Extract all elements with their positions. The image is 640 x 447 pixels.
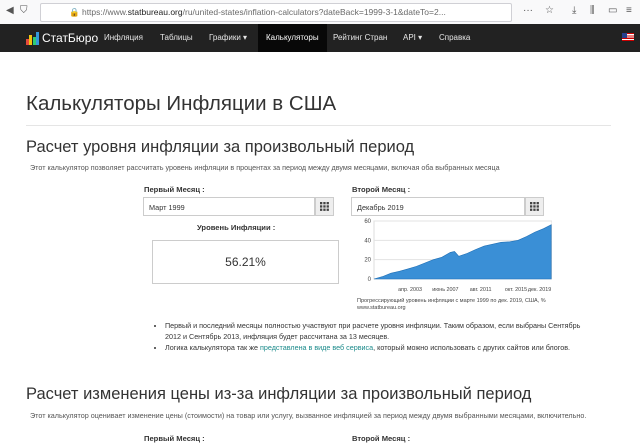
calendar-icon — [320, 202, 329, 211]
section-inflation-description: Этот калькулятор позволяет рассчитать ур… — [30, 163, 500, 172]
more-icon[interactable]: ··· — [523, 5, 533, 16]
first-month-calendar-button[interactable] — [315, 197, 334, 216]
shield-icon[interactable]: ⛉ — [20, 5, 28, 17]
bookmark-icon[interactable]: ☆ — [545, 5, 554, 16]
url-domain: statbureau.org — [127, 7, 183, 17]
note-item: Логика калькулятора так же представлена … — [165, 342, 585, 353]
second-month-label: Второй Месяц : — [352, 185, 411, 194]
library-icon[interactable]: ⫼ — [590, 5, 595, 16]
price-second-month-label: Второй Месяц : — [352, 434, 411, 443]
nav-inflation[interactable]: Инфляция — [104, 24, 143, 52]
page-title: Калькуляторы Инфляции в США — [26, 92, 337, 115]
web-service-link[interactable]: представлена в виде веб сервиса — [260, 343, 373, 352]
nav-country-rating[interactable]: Рейтинг Стран — [333, 24, 387, 52]
inflation-result-label: Уровень Инфляции : — [197, 223, 276, 232]
second-month-calendar-button[interactable] — [525, 197, 544, 216]
note-item: Первый и последний месяцы полностью учас… — [165, 320, 585, 342]
chart-caption: Прогрессирующий уровень инфляции с марте… — [357, 298, 546, 311]
inflation-result-value: 56.21% — [152, 240, 339, 284]
note-text: , который можно использовать с других са… — [373, 343, 571, 352]
chart-x-tick-label: апр. 2003 — [398, 287, 422, 293]
chart-x-tick-label: окт. 2015 — [505, 287, 527, 293]
note-text: Логика калькулятора так же — [165, 343, 260, 352]
site-navbar: СтатБюро Инфляция Таблицы Графики ▾ Каль… — [0, 24, 640, 52]
inflation-chart: 0 20 40 60 апр. 2003 июнь 2007 авг. 2011 окт. … — [364, 219, 552, 293]
nav-help[interactable]: Справка — [439, 24, 470, 52]
section-price-heading: Расчет изменения цены из-за инфляции за … — [26, 385, 532, 403]
back-icon[interactable]: ◀ — [6, 5, 14, 17]
sidebar-icon[interactable]: ▭ — [608, 5, 617, 16]
first-month-input[interactable]: Март 1999 — [143, 197, 315, 216]
chart-y-tick-label: 40 — [364, 238, 371, 244]
section-price-description: Этот калькулятор оценивает изменение цен… — [30, 411, 587, 420]
menu-icon[interactable]: ≡ — [626, 5, 632, 16]
divider — [26, 125, 611, 126]
chart-y-tick-label: 60 — [364, 219, 371, 225]
browser-toolbar: ◀ ⛉ 🔒 https://www.statbureau.org/ru/unit… — [0, 0, 640, 25]
nav-api[interactable]: API ▾ — [403, 24, 422, 52]
notes-list: Первый и последний месяцы полностью учас… — [150, 320, 585, 353]
brand-link[interactable]: СтатБюро — [26, 30, 98, 46]
url-path: /ru/united-states/inflation-calculators?… — [182, 7, 446, 17]
chart-x-tick-label: авг. 2011 — [470, 287, 492, 293]
chart-x-tick-label: дек. 2019 — [528, 287, 552, 293]
chart-y-tick-label: 20 — [364, 258, 371, 264]
brand-name: СтатБюро — [42, 31, 99, 45]
nav-tables[interactable]: Таблицы — [160, 24, 193, 52]
calendar-icon — [530, 202, 539, 211]
address-bar[interactable]: 🔒 https://www.statbureau.org/ru/united-s… — [40, 3, 512, 22]
chart-y-tick-label: 0 — [368, 277, 372, 283]
lock-icon: 🔒 — [69, 7, 80, 17]
download-icon[interactable]: ⤓ — [572, 5, 576, 16]
us-flag-icon[interactable] — [622, 33, 634, 41]
section-inflation-heading: Расчет уровня инфляции за произвольный п… — [26, 138, 415, 156]
nav-charts[interactable]: Графики ▾ — [209, 24, 247, 52]
price-first-month-label: Первый Месяц : — [144, 434, 205, 443]
logo-icon — [26, 31, 39, 45]
first-month-label: Первый Месяц : — [144, 185, 205, 194]
second-month-input[interactable]: Декабрь 2019 — [351, 197, 525, 216]
chart-x-tick-label: июнь 2007 — [432, 287, 458, 293]
url-prefix: https://www. — [81, 7, 128, 17]
nav-calculators[interactable]: Калькуляторы — [258, 24, 327, 52]
